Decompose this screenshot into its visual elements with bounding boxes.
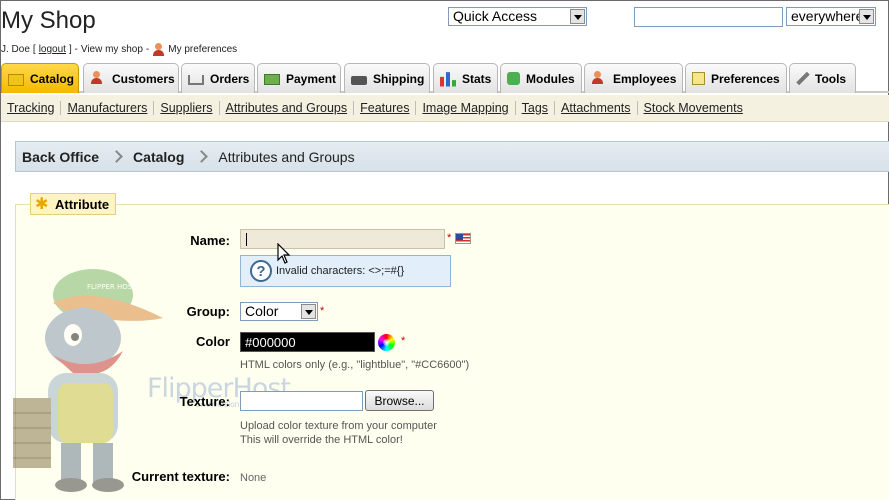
texture-note-upload: Upload color texture from your computer — [240, 420, 437, 432]
texture-file-input[interactable] — [240, 391, 363, 411]
breadcrumb-current: Attributes and Groups — [218, 148, 355, 165]
puzzle-icon — [507, 72, 520, 85]
breadcrumb-catalog[interactable]: Catalog — [133, 149, 184, 165]
view-shop-link[interactable]: View my shop — [81, 44, 143, 55]
attribute-legend: Attribute — [30, 193, 117, 215]
tab-orders[interactable]: Orders — [181, 63, 255, 93]
chevron-down-icon — [570, 9, 585, 24]
main-tabs: Catalog Customers Orders Payment Shippin… — [1, 63, 889, 93]
color-picker-icon[interactable] — [378, 334, 395, 351]
attribute-icon — [35, 194, 51, 213]
my-preferences-link[interactable]: My preferences — [168, 44, 237, 55]
tab-catalog[interactable]: Catalog — [1, 63, 79, 93]
customer-icon — [90, 70, 106, 87]
required-mark: * — [401, 335, 406, 347]
tab-shipping[interactable]: Shipping — [344, 63, 430, 93]
subnav-suppliers[interactable]: Suppliers — [154, 101, 220, 115]
tab-stats[interactable]: Stats — [433, 63, 498, 93]
breadcrumb-back-office[interactable]: Back Office — [22, 149, 99, 165]
breadcrumb: Back Office Catalog Attributes and Group… — [15, 141, 889, 172]
color-input[interactable]: #000000 — [240, 332, 375, 352]
shop-title: My Shop — [1, 7, 96, 34]
preferences-icon — [692, 72, 705, 85]
us-flag-icon[interactable] — [455, 233, 471, 244]
invalid-chars-hint: ? Invalid characters: <>;=#{} — [240, 255, 451, 287]
subnav-stock-movements[interactable]: Stock Movements — [638, 101, 749, 115]
search-scope-select[interactable]: everywhere — [786, 7, 876, 26]
mascot-cap-text: FLIPPER HOST — [87, 283, 137, 291]
tab-employees[interactable]: Employees — [584, 63, 683, 93]
tab-tools[interactable]: Tools — [789, 63, 856, 93]
subnav-tags[interactable]: Tags — [516, 101, 556, 115]
cart-icon — [188, 75, 204, 85]
texture-label: Texture: — [179, 394, 230, 409]
quick-access-select[interactable]: Quick Access — [448, 7, 587, 26]
bar-chart-icon — [440, 72, 456, 87]
hint-text: Invalid characters: <>;=#{} — [276, 265, 405, 277]
user-icon — [152, 43, 165, 56]
subnav-manufacturers[interactable]: Manufacturers — [61, 101, 155, 115]
current-texture-label: Current texture: — [131, 469, 230, 484]
employee-icon — [591, 70, 607, 87]
required-mark: * — [320, 305, 325, 317]
user-line: J. Doe [ logout ] - View my shop - My pr… — [1, 43, 238, 56]
mouse-pointer-icon — [277, 243, 291, 264]
name-input[interactable] — [240, 229, 445, 249]
chevron-right-icon — [189, 150, 213, 164]
payment-icon — [264, 74, 280, 85]
tab-customers[interactable]: Customers — [83, 63, 179, 93]
chevron-down-icon — [859, 9, 874, 24]
required-mark: * — [447, 232, 452, 244]
color-note: HTML colors only (e.g., "lightblue", "#C… — [240, 359, 470, 371]
tab-preferences[interactable]: Preferences — [685, 63, 787, 93]
user-name: J. Doe — [1, 44, 30, 55]
chevron-right-icon — [104, 150, 128, 164]
group-label: Group: — [186, 304, 230, 319]
chevron-down-icon — [301, 304, 316, 319]
texture-note-override: This will override the HTML color! — [240, 434, 403, 446]
subnav-image-mapping[interactable]: Image Mapping — [416, 101, 516, 115]
help-icon: ? — [250, 260, 272, 282]
tab-payment[interactable]: Payment — [257, 63, 341, 93]
text-caret — [246, 233, 247, 246]
current-texture-value: None — [240, 472, 267, 484]
browse-button[interactable]: Browse... — [365, 390, 434, 411]
subnav-attributes-groups[interactable]: Attributes and Groups — [220, 101, 355, 115]
subnav-tracking[interactable]: Tracking — [1, 101, 62, 115]
subnav-features[interactable]: Features — [354, 101, 417, 115]
tab-modules[interactable]: Modules — [500, 63, 582, 93]
logout-link[interactable]: logout — [39, 44, 66, 55]
search-input[interactable] — [634, 7, 783, 27]
subnav-attachments[interactable]: Attachments — [555, 101, 638, 115]
folder-icon — [8, 73, 24, 86]
catalog-subnav: Tracking Manufacturers Suppliers Attribu… — [1, 95, 889, 122]
name-label: Name: — [190, 233, 230, 248]
color-label: Color — [196, 334, 230, 349]
wrench-icon — [796, 71, 810, 86]
group-select[interactable]: Color — [240, 302, 318, 321]
truck-icon — [351, 75, 367, 85]
